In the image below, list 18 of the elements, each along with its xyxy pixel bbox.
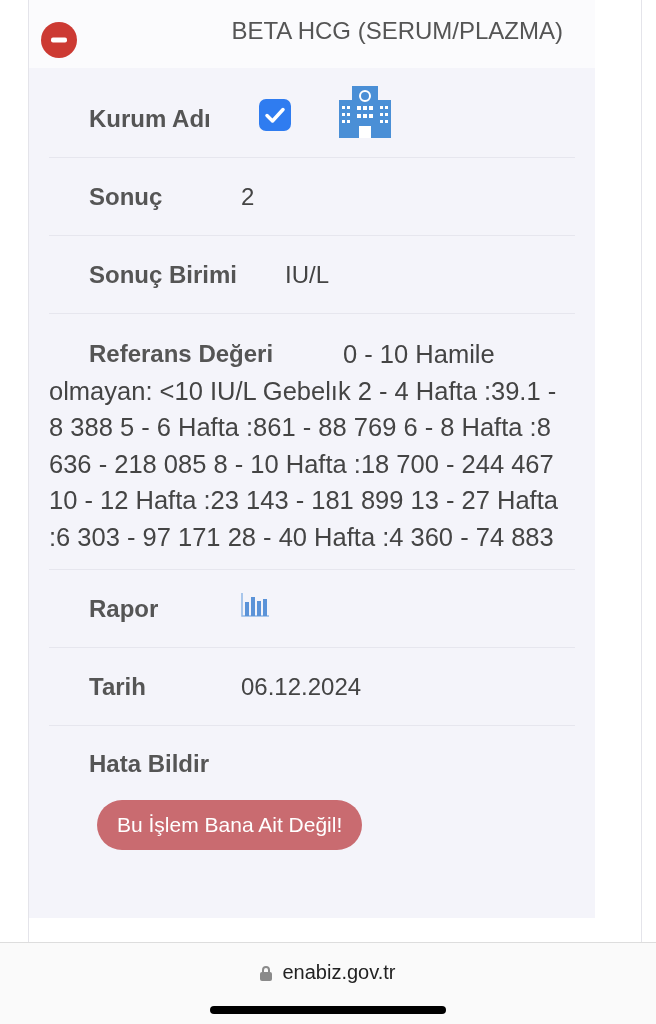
field-label: Kurum Adı — [89, 104, 211, 133]
field-label: Hata Bildir — [89, 750, 210, 778]
lock-icon — [260, 964, 273, 981]
bar-chart-icon[interactable] — [241, 592, 269, 617]
field-label: Sonuç — [89, 182, 164, 211]
reference-range-text: Referans Değeri 0 - 10 Hamile olmayan: <10 IU/L Gebelık 2 - 4 Hafta :39.1 - 8 388 5 - 6 Hafta :861 - 88 769 6 - 8 Hafta :8 636 - 218 085 8 - 10 Hafta :18 700 - 244 467 10 - 12 Hafta :23 143 - 181 899 13 - 27 Hafta :6 303 - 97 171 28 - 40 Hafta :4 360 - 74 883 — [49, 314, 575, 570]
checkbox[interactable] — [258, 98, 291, 131]
field-label: Rapor — [89, 594, 160, 623]
hospital-icon — [338, 85, 391, 138]
test-title: BETA HCG (SERUM/PLAZMA) — [231, 17, 563, 45]
field-label: Tarih — [89, 672, 147, 701]
field-value: IU/L — [285, 260, 330, 289]
field-label: Sonuç Birimi — [89, 260, 238, 289]
field-value: 2 — [241, 182, 255, 211]
url-text[interactable]: enabiz.gov.tr — [282, 961, 396, 984]
collapse-icon[interactable] — [41, 22, 77, 58]
report-button[interactable]: Bu İşlem Bana Ait Değil! — [97, 800, 363, 850]
field-value: 06.12.2024 — [241, 672, 362, 701]
